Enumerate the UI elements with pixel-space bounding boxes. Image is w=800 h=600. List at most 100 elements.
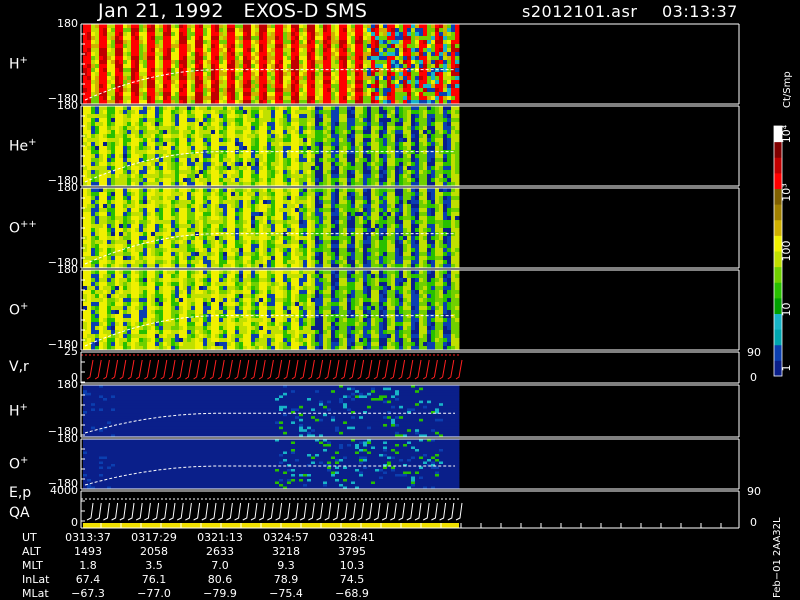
heatmap-cell [279, 174, 284, 179]
heatmap-cell [159, 146, 164, 151]
heatmap-cell [391, 170, 396, 175]
heatmap-cell [435, 126, 440, 131]
heatmap-cell [259, 84, 264, 89]
heatmap-cell [179, 216, 184, 221]
heatmap-cell [287, 36, 292, 41]
heatmap-cell [271, 228, 276, 233]
heatmap-cell [407, 84, 412, 89]
heatmap-cell [183, 64, 188, 69]
heatmap-cell [371, 154, 376, 159]
heatmap-cell [147, 92, 152, 97]
heatmap-cell [247, 150, 252, 155]
heatmap-cell [315, 174, 320, 179]
heatmap-cell [155, 188, 160, 193]
heatmap-cell [163, 166, 168, 171]
heatmap-cell [275, 228, 280, 233]
heatmap-cell [123, 174, 128, 179]
heatmap-cell [87, 92, 92, 97]
heatmap-cell [351, 106, 356, 111]
heatmap-cell [171, 232, 176, 237]
heatmap-cell [347, 166, 352, 171]
heatmap-cell [171, 138, 176, 143]
heatmap-cell [399, 170, 404, 175]
heatmap-cell [319, 252, 324, 257]
heatmap-cell [215, 96, 220, 101]
heatmap-cell [231, 40, 236, 45]
heatmap-cell [143, 64, 148, 69]
heatmap-cell [315, 252, 320, 257]
heatmap-cell [259, 196, 264, 201]
heatmap-cell [267, 28, 272, 33]
heatmap-cell [95, 48, 100, 53]
heatmap-cell [215, 118, 220, 123]
heatmap-cell [103, 146, 108, 151]
heatmap-cell [443, 92, 448, 97]
heatmap-cell [427, 178, 432, 183]
heatmap-cell [87, 228, 92, 233]
heatmap-cell [171, 188, 176, 193]
heatmap-cell [387, 64, 392, 69]
heatmap-cell [455, 154, 460, 159]
heatmap-cell [195, 174, 200, 179]
heatmap-cell [291, 134, 296, 139]
heatmap-cell [443, 106, 448, 111]
heatmap-cell [127, 44, 132, 49]
heatmap-cell [427, 122, 432, 127]
heatmap-cell [275, 174, 280, 179]
heatmap-cell [255, 44, 260, 49]
heatmap-cell [303, 150, 308, 155]
heatmap-cell [275, 232, 280, 237]
heatmap-cell [283, 84, 288, 89]
heatmap-cell [99, 146, 104, 151]
heatmap-cell [179, 162, 184, 167]
heatmap-cell [423, 162, 428, 167]
heatmap-cell [255, 32, 260, 37]
heatmap-cell [163, 36, 168, 41]
heatmap-cell [127, 56, 132, 61]
heatmap-cell [87, 114, 92, 119]
heatmap-cell [223, 208, 228, 213]
heatmap-cell [363, 106, 368, 111]
heatmap-cell [303, 32, 308, 37]
heatmap-cell [139, 170, 144, 175]
heatmap-cell [371, 158, 376, 163]
heatmap-cell [243, 64, 248, 69]
heatmap-cell [191, 154, 196, 159]
heatmap-cell [271, 28, 276, 33]
heatmap-cell [235, 48, 240, 53]
heatmap-cell [171, 122, 176, 127]
heatmap-cell [323, 40, 328, 45]
heatmap-cell [99, 142, 104, 147]
heatmap-cell [327, 40, 332, 45]
heatmap-cell [87, 44, 92, 49]
heatmap-cell [203, 170, 208, 175]
heatmap-cell [123, 252, 128, 257]
heatmap-cell [367, 48, 372, 53]
heatmap-cell [267, 52, 272, 57]
heatmap-cell [431, 158, 436, 163]
heatmap-cell [143, 192, 148, 197]
heatmap-cell [315, 240, 320, 245]
heatmap-cell [215, 84, 220, 89]
heatmap-cell [383, 68, 388, 73]
heatmap-cell [339, 158, 344, 163]
heatmap-cell [235, 178, 240, 183]
heatmap-cell [107, 224, 112, 229]
heatmap-cell [323, 174, 328, 179]
heatmap-cell [319, 154, 324, 159]
heatmap-cell [247, 248, 252, 253]
heatmap-cell [123, 150, 128, 155]
heatmap-cell [263, 88, 268, 93]
heatmap-cell [451, 88, 456, 93]
heatmap-cell [247, 134, 252, 139]
heatmap-cell [131, 72, 136, 77]
heatmap-cell [283, 196, 288, 201]
heatmap-cell [299, 72, 304, 77]
heatmap-cell [439, 166, 444, 171]
heatmap-cell [415, 154, 420, 159]
plot-canvas: 11010010³10⁴ [80, 23, 793, 529]
heatmap-cell [259, 142, 264, 147]
heatmap-cell [379, 122, 384, 127]
heatmap-cell [107, 188, 112, 193]
heatmap-cell [243, 24, 248, 29]
